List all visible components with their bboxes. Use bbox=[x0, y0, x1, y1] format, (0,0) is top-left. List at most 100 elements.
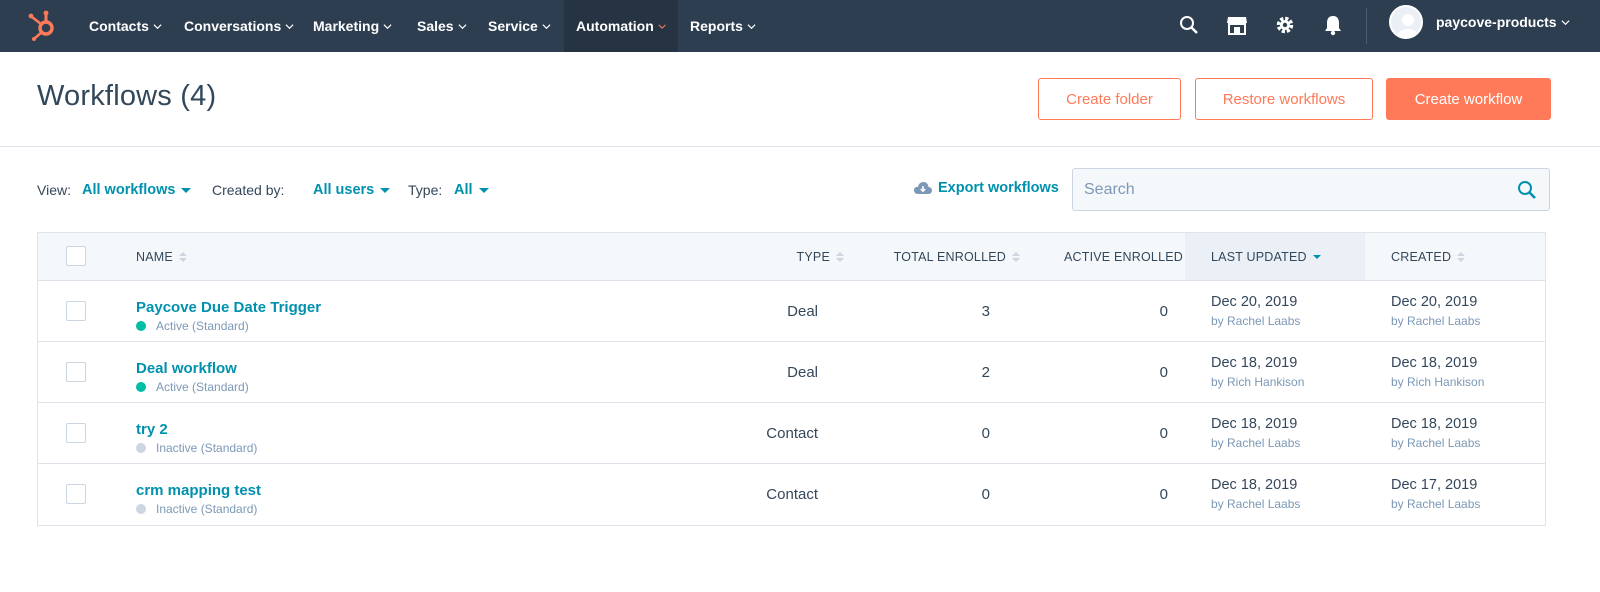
nav-item-sales[interactable]: Sales bbox=[405, 0, 479, 52]
view-filter-dropdown[interactable]: All workflows bbox=[82, 182, 192, 198]
export-workflows-link[interactable]: Export workflows bbox=[914, 180, 1059, 196]
total-enrolled-value: 2 bbox=[981, 364, 990, 381]
active-enrolled-value: 0 bbox=[1159, 486, 1168, 503]
last-updated-by: by Rachel Laabs bbox=[1211, 314, 1301, 328]
workflow-status-label: Inactive (Standard) bbox=[156, 441, 258, 455]
status-dot-icon bbox=[136, 443, 146, 453]
created-date: Dec 18, 2019 bbox=[1391, 416, 1478, 432]
column-header-label: CREATED bbox=[1391, 249, 1452, 264]
row-checkbox[interactable] bbox=[66, 484, 86, 504]
workflow-status: Active (Standard) bbox=[136, 380, 249, 394]
search-input[interactable] bbox=[1073, 169, 1493, 210]
account-name: paycove-products bbox=[1436, 14, 1557, 30]
created-by: by Rachel Laabs bbox=[1391, 314, 1481, 328]
chevron-down-icon bbox=[747, 23, 756, 29]
restore-workflows-button[interactable]: Restore workflows bbox=[1195, 78, 1373, 120]
table-row: try 2 Inactive (Standard) Contact 0 0 De… bbox=[38, 403, 1545, 464]
sort-descending-icon bbox=[1312, 254, 1321, 259]
caret-down-icon bbox=[181, 187, 192, 193]
table-row: Paycove Due Date Trigger Active (Standar… bbox=[38, 281, 1545, 342]
workflow-status: Inactive (Standard) bbox=[136, 502, 257, 516]
top-navigation-bar: Contacts Conversations Marketing Sales S… bbox=[0, 0, 1600, 52]
created-by-filter-dropdown[interactable]: All users bbox=[313, 182, 391, 198]
nav-item-marketing[interactable]: Marketing bbox=[301, 0, 404, 52]
total-enrolled-value: 0 bbox=[981, 486, 990, 503]
created-by: by Rachel Laabs bbox=[1391, 497, 1481, 511]
total-enrolled-value: 3 bbox=[981, 303, 990, 320]
create-folder-button[interactable]: Create folder bbox=[1038, 78, 1181, 120]
search-field[interactable] bbox=[1072, 168, 1550, 211]
nav-divider bbox=[1366, 8, 1367, 44]
created-date: Dec 20, 2019 bbox=[1391, 294, 1478, 310]
nav-item-label: Automation bbox=[576, 18, 654, 34]
type-filter-dropdown[interactable]: All bbox=[454, 182, 489, 198]
row-checkbox[interactable] bbox=[66, 362, 86, 382]
workflow-type: Contact bbox=[766, 425, 818, 442]
page-title: Workflows (4) bbox=[37, 80, 217, 112]
nav-item-label: Contacts bbox=[89, 18, 149, 34]
caret-down-icon bbox=[478, 187, 489, 193]
workflows-table: NAME TYPE TOTAL ENROLLED ACTIVE ENROLLED… bbox=[37, 232, 1546, 526]
export-workflows-label: Export workflows bbox=[938, 180, 1059, 196]
created-date: Dec 17, 2019 bbox=[1391, 477, 1478, 493]
chevron-down-icon bbox=[383, 23, 392, 29]
nav-item-contacts[interactable]: Contacts bbox=[77, 0, 174, 52]
select-all-checkbox[interactable] bbox=[66, 246, 86, 266]
account-menu[interactable]: paycove-products bbox=[1436, 0, 1570, 44]
column-header-name[interactable]: NAME bbox=[136, 233, 187, 280]
column-header-active-enrolled[interactable]: ACTIVE ENROLLED bbox=[1028, 233, 1197, 280]
column-header-label: TOTAL ENROLLED bbox=[893, 249, 1006, 264]
last-updated-by: by Rachel Laabs bbox=[1211, 497, 1301, 511]
chevron-down-icon bbox=[1561, 19, 1570, 25]
workflow-status: Active (Standard) bbox=[136, 319, 249, 333]
nav-item-label: Sales bbox=[417, 18, 454, 34]
sort-icon bbox=[1457, 251, 1466, 262]
workflow-type: Contact bbox=[766, 486, 818, 503]
chevron-down-icon bbox=[153, 23, 162, 29]
nav-item-reports[interactable]: Reports bbox=[678, 0, 768, 52]
last-updated-date: Dec 18, 2019 bbox=[1211, 416, 1298, 432]
active-enrolled-value: 0 bbox=[1159, 364, 1168, 381]
hubspot-logo-icon[interactable] bbox=[26, 8, 58, 42]
column-header-total-enrolled[interactable]: TOTAL ENROLLED bbox=[858, 233, 1020, 280]
row-checkbox[interactable] bbox=[66, 423, 86, 443]
workflow-name-link[interactable]: crm mapping test bbox=[136, 482, 261, 499]
status-dot-icon bbox=[136, 382, 146, 392]
column-header-type[interactable]: TYPE bbox=[760, 233, 844, 280]
column-header-label: LAST UPDATED bbox=[1211, 249, 1307, 264]
avatar[interactable] bbox=[1389, 5, 1423, 39]
created-by: by Rich Hankison bbox=[1391, 375, 1485, 389]
column-header-last-updated[interactable]: LAST UPDATED bbox=[1185, 233, 1365, 280]
nav-item-label: Marketing bbox=[313, 18, 380, 34]
settings-gear-icon[interactable] bbox=[1270, 10, 1300, 40]
status-dot-icon bbox=[136, 321, 146, 331]
search-icon[interactable] bbox=[1517, 180, 1537, 200]
column-header-label: TYPE bbox=[796, 249, 830, 264]
nav-item-conversations[interactable]: Conversations bbox=[172, 0, 306, 52]
chevron-down-icon bbox=[658, 23, 666, 29]
workflow-name-link[interactable]: try 2 bbox=[136, 421, 168, 438]
marketplace-icon[interactable] bbox=[1222, 10, 1252, 40]
nav-item-label: Reports bbox=[690, 18, 743, 34]
created-date: Dec 18, 2019 bbox=[1391, 355, 1478, 371]
row-checkbox[interactable] bbox=[66, 301, 86, 321]
create-workflow-button[interactable]: Create workflow bbox=[1386, 78, 1551, 120]
nav-item-automation[interactable]: Automation bbox=[564, 0, 678, 52]
search-icon[interactable] bbox=[1174, 10, 1204, 40]
caret-down-icon bbox=[380, 187, 391, 193]
notifications-bell-icon[interactable] bbox=[1318, 10, 1348, 40]
column-header-created[interactable]: CREATED bbox=[1391, 233, 1466, 280]
workflow-name-link[interactable]: Paycove Due Date Trigger bbox=[136, 299, 321, 316]
cloud-download-icon bbox=[914, 182, 932, 194]
type-filter-value: All bbox=[454, 182, 473, 198]
workflow-type: Deal bbox=[787, 364, 818, 381]
type-filter-label: Type: bbox=[408, 182, 443, 198]
nav-item-service[interactable]: Service bbox=[476, 0, 563, 52]
chevron-down-icon bbox=[542, 23, 551, 29]
workflow-name-link[interactable]: Deal workflow bbox=[136, 360, 237, 377]
chevron-down-icon bbox=[285, 23, 294, 29]
last-updated-date: Dec 18, 2019 bbox=[1211, 355, 1298, 371]
table-row: Deal workflow Active (Standard) Deal 2 0… bbox=[38, 342, 1545, 403]
view-filter-value: All workflows bbox=[82, 182, 176, 198]
created-by: by Rachel Laabs bbox=[1391, 436, 1481, 450]
